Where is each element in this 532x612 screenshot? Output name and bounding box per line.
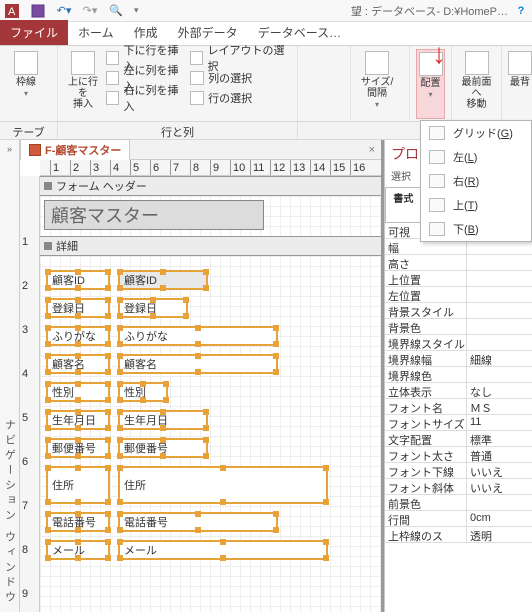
field-label[interactable]: 登録日 [46, 298, 110, 318]
prop-row[interactable]: 前景色 [385, 495, 532, 511]
quick-access-toolbar: A ↶▾ ↷▾ 🔍 ▾ [4, 3, 139, 19]
field-textbox[interactable]: ふりがな [118, 326, 278, 346]
field-label[interactable]: 住所 [46, 466, 110, 504]
field-textbox[interactable]: メール [118, 540, 328, 560]
field-label[interactable]: 顧客ID [46, 270, 110, 290]
prop-row[interactable]: 左位置 [385, 287, 532, 303]
prop-row[interactable]: フォント斜体いいえ [385, 479, 532, 495]
tab-file[interactable]: ファイル [0, 20, 68, 45]
property-grid[interactable]: 可視はい幅高さ上位置左位置背景スタイル背景色境界線スタイル境界線幅細線境界線色立… [385, 223, 532, 612]
prop-row[interactable]: 立体表示なし [385, 383, 532, 399]
section-form-header[interactable]: フォーム ヘッダー [40, 176, 381, 196]
prop-row[interactable]: フォント名ＭＳ [385, 399, 532, 415]
design-surface[interactable]: フォーム ヘッダー 顧客マスター 詳細 顧客ID顧客ID登録日登録日ふりがなふり… [40, 176, 381, 612]
section-detail[interactable]: 詳細 [40, 236, 381, 256]
align-icon [429, 222, 445, 236]
design-canvas[interactable]: 12345678910111213141516 123456789 フォーム ヘ… [20, 160, 381, 612]
ribbon: 枠線▾ 上に行を 挿入 下に行を挿入 左に列を挿入 右に列を挿入 レイアウトの選… [0, 46, 532, 122]
align-menu-popup: グリッド(G)左(L)右(R)上(T)下(B) [420, 120, 532, 242]
align-icon [429, 126, 445, 140]
group-label-table: テーブル [0, 122, 58, 139]
document-tabs: F-顧客マスター × [20, 140, 381, 160]
prop-row[interactable]: 背景スタイル [385, 303, 532, 319]
qat-dropdown-icon[interactable]: ▾ [134, 5, 139, 16]
select-col-button[interactable]: 列の選択 [190, 69, 291, 87]
svg-text:A: A [8, 6, 16, 18]
chevron-right-icon[interactable]: » [7, 144, 12, 154]
navpane-title: ナビゲーション ウィンドウ [2, 419, 18, 606]
redo-icon[interactable]: ↷▾ [82, 3, 98, 19]
prop-row[interactable]: 文字配置標準 [385, 431, 532, 447]
undo-icon[interactable]: ↶▾ [56, 3, 72, 19]
save-icon[interactable] [30, 3, 46, 19]
align-menu-item[interactable]: 左(L) [421, 145, 531, 169]
field-label[interactable]: 郵便番号 [46, 438, 110, 458]
bring-front-button[interactable]: 最前面へ 移動 [458, 49, 495, 119]
prop-row[interactable]: 高さ [385, 255, 532, 271]
prop-row[interactable]: フォント太さ普通 [385, 447, 532, 463]
close-icon[interactable]: × [369, 144, 375, 156]
prop-row[interactable]: フォント下線いいえ [385, 463, 532, 479]
align-menu-item[interactable]: 下(B) [421, 217, 531, 241]
window-title: 望 : データベース- D:¥HomeP… [351, 3, 508, 19]
align-menu-item[interactable]: グリッド(G) [421, 121, 531, 145]
app-icon: A [4, 3, 20, 19]
field-label[interactable]: 電話番号 [46, 512, 110, 532]
align-icon [429, 150, 445, 164]
navigation-pane-collapsed[interactable]: » ナビゲーション ウィンドウ [0, 140, 20, 612]
horizontal-ruler: 12345678910111213141516 [40, 160, 381, 176]
field-textbox[interactable]: 登録日 [118, 298, 188, 318]
field-textbox[interactable]: 顧客名 [118, 354, 278, 374]
doc-tab-name: F-顧客マスター [45, 142, 121, 158]
field-label[interactable]: 顧客名 [46, 354, 110, 374]
form-title-label[interactable]: 顧客マスター [44, 200, 264, 230]
field-label[interactable]: ふりがな [46, 326, 110, 346]
prop-row[interactable]: 境界線スタイル [385, 335, 532, 351]
prop-row[interactable]: 境界線色 [385, 367, 532, 383]
prop-row[interactable]: 境界線幅細線 [385, 351, 532, 367]
prop-row[interactable]: フォントサイズ11 [385, 415, 532, 431]
send-back-button[interactable]: 最背 [508, 49, 532, 119]
align-menu-item[interactable]: 右(R) [421, 169, 531, 193]
print-preview-icon[interactable]: 🔍 [108, 3, 124, 19]
field-textbox[interactable]: 顧客ID [118, 270, 208, 290]
prop-tab[interactable]: 書式 [385, 187, 422, 222]
form-designer: F-顧客マスター × 12345678910111213141516 12345… [20, 140, 384, 612]
size-spacing-button[interactable]: サイズ/ 間隔▾ [357, 49, 397, 119]
field-label[interactable]: 生年月日 [46, 410, 110, 430]
prop-row[interactable]: 上枠線のス透明 [385, 527, 532, 543]
insert-col-right-button[interactable]: 右に列を挿入 [106, 89, 186, 107]
insert-row-above-button[interactable]: 上に行を 挿入 [64, 49, 102, 119]
select-layout-button[interactable]: レイアウトの選択 [190, 49, 291, 67]
field-textbox[interactable]: 性別 [118, 382, 168, 402]
prop-row[interactable]: 行間0cm [385, 511, 532, 527]
tab-home[interactable]: ホーム [68, 20, 124, 45]
field-label[interactable]: 性別 [46, 382, 110, 402]
align-icon [429, 198, 445, 212]
prop-row[interactable]: 上位置 [385, 271, 532, 287]
doc-tab-active[interactable]: F-顧客マスター [20, 139, 130, 160]
align-icon [429, 174, 445, 188]
frame-button[interactable]: 枠線▾ [6, 49, 46, 119]
group-label-rowscols: 行と列 [58, 122, 298, 139]
form-header-body[interactable]: 顧客マスター [40, 196, 381, 236]
prop-row[interactable]: 背景色 [385, 319, 532, 335]
field-label[interactable]: メール [46, 540, 110, 560]
detail-body[interactable]: 顧客ID顧客ID登録日登録日ふりがなふりがな顧客名顧客名性別性別生年月日生年月日… [40, 256, 381, 612]
select-row-button[interactable]: 行の選択 [190, 89, 291, 107]
arrange-button[interactable]: 配置▾ [416, 49, 445, 119]
vertical-ruler: 123456789 [20, 176, 40, 612]
title-bar: A ↶▾ ↷▾ 🔍 ▾ 望 : データベース- D:¥HomeP… ? [0, 0, 532, 22]
field-textbox[interactable]: 電話番号 [118, 512, 278, 532]
field-textbox[interactable]: 郵便番号 [118, 438, 208, 458]
field-textbox[interactable]: 生年月日 [118, 410, 208, 430]
help-icon[interactable]: ? [514, 5, 528, 17]
align-menu-item[interactable]: 上(T) [421, 193, 531, 217]
field-textbox[interactable]: 住所 [118, 466, 328, 504]
form-icon [29, 144, 41, 156]
